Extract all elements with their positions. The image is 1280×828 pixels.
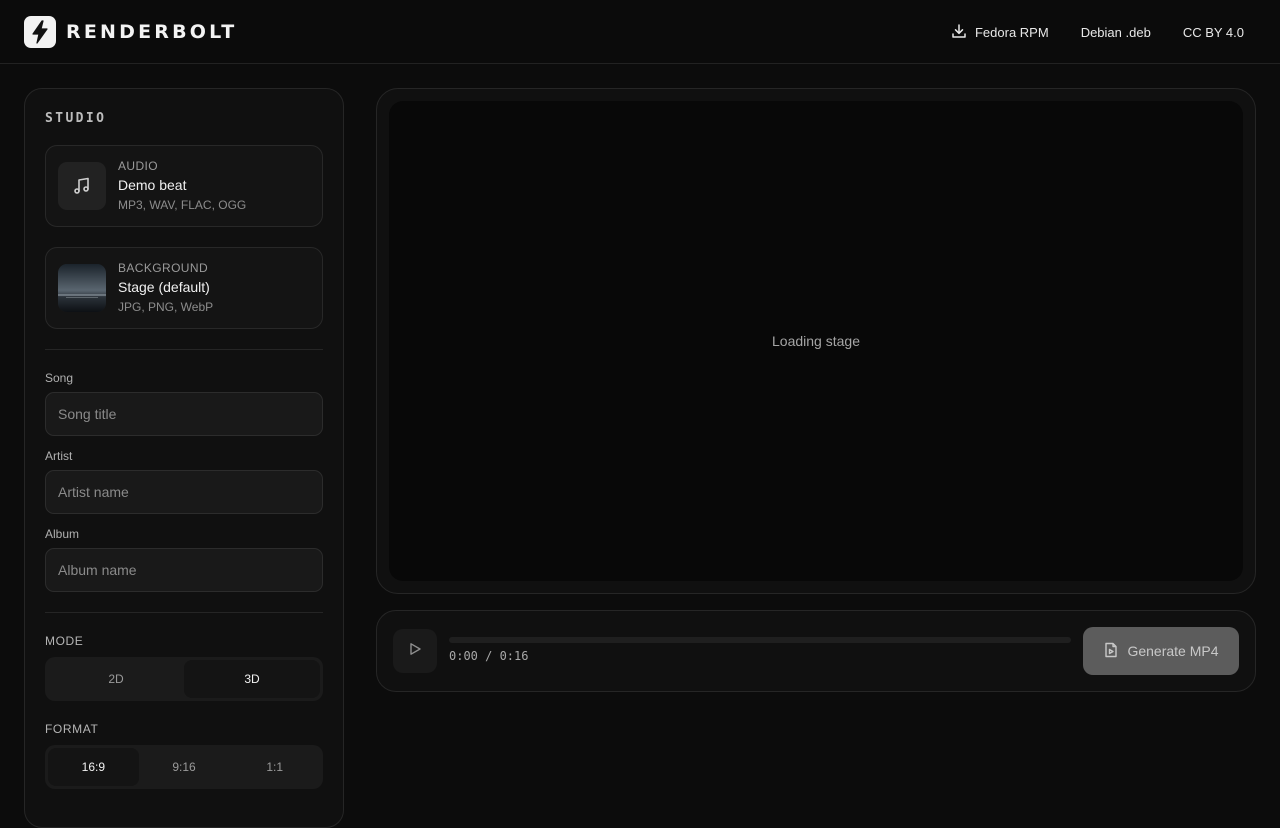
- background-name: Stage (default): [118, 279, 210, 295]
- music-note-icon: [58, 162, 106, 210]
- divider: [45, 612, 323, 613]
- debian-deb-link[interactable]: Debian .deb: [1081, 25, 1151, 40]
- artist-name-input[interactable]: [45, 470, 323, 514]
- song-title-input[interactable]: [45, 392, 323, 436]
- generate-label: Generate MP4: [1127, 643, 1219, 659]
- audio-formats: MP3, WAV, FLAC, OGG: [118, 198, 247, 212]
- brand-name: RENDERBOLT: [66, 21, 238, 43]
- format-9-16-option[interactable]: 9:16: [139, 748, 230, 786]
- stage-preview[interactable]: Loading stage: [389, 101, 1243, 581]
- loading-message: Loading stage: [772, 333, 860, 349]
- background-formats: JPG, PNG, WebP: [118, 300, 214, 314]
- background-kind-label: BACKGROUND: [118, 261, 209, 275]
- fedora-rpm-link[interactable]: Fedora RPM: [951, 23, 1049, 42]
- progress-bar[interactable]: [449, 637, 1071, 643]
- audio-name: Demo beat: [118, 177, 187, 193]
- format-toggle: 16:9 9:16 1:1: [45, 745, 323, 789]
- bolt-icon: [24, 16, 56, 48]
- logo[interactable]: RENDERBOLT: [24, 16, 237, 48]
- generate-mp4-button[interactable]: Generate MP4: [1083, 627, 1239, 675]
- fedora-rpm-label: Fedora RPM: [974, 24, 1049, 40]
- audio-card[interactable]: AUDIO Demo beat MP3, WAV, FLAC, OGG: [45, 145, 323, 227]
- divider: [45, 349, 323, 350]
- stage-panel: Loading stage: [376, 88, 1256, 594]
- format-16-9-option[interactable]: 16:9: [48, 748, 139, 786]
- download-icon: [951, 23, 967, 42]
- time-readout: 0:00 / 0:16: [449, 649, 529, 663]
- format-1-1-option[interactable]: 1:1: [229, 748, 320, 786]
- play-button[interactable]: [393, 629, 437, 673]
- mode-toggle: 2D 3D: [45, 657, 323, 701]
- format-label: FORMAT: [45, 722, 99, 736]
- album-label: Album: [45, 527, 80, 541]
- audio-kind-label: AUDIO: [118, 159, 159, 173]
- background-thumbnail: [58, 264, 106, 312]
- album-name-input[interactable]: [45, 548, 323, 592]
- mode-2d-option[interactable]: 2D: [48, 660, 184, 698]
- top-bar: RENDERBOLT Fedora RPM Debian .deb CC BY …: [0, 0, 1280, 64]
- song-label: Song: [45, 371, 74, 385]
- play-icon: [408, 642, 422, 661]
- mode-label: MODE: [45, 634, 84, 648]
- file-video-icon: [1103, 642, 1119, 661]
- studio-panel: STUDIO AUDIO Demo beat MP3, WAV, FLAC, O…: [24, 88, 344, 828]
- mode-3d-option[interactable]: 3D: [184, 660, 320, 698]
- background-card[interactable]: BACKGROUND Stage (default) JPG, PNG, Web…: [45, 247, 323, 329]
- panel-title: STUDIO: [45, 111, 107, 126]
- player-bar: 0:00 / 0:16 Generate MP4: [376, 610, 1256, 692]
- header-nav: Fedora RPM Debian .deb CC BY 4.0: [951, 22, 1244, 42]
- license-link[interactable]: CC BY 4.0: [1183, 25, 1244, 40]
- artist-label: Artist: [45, 449, 73, 463]
